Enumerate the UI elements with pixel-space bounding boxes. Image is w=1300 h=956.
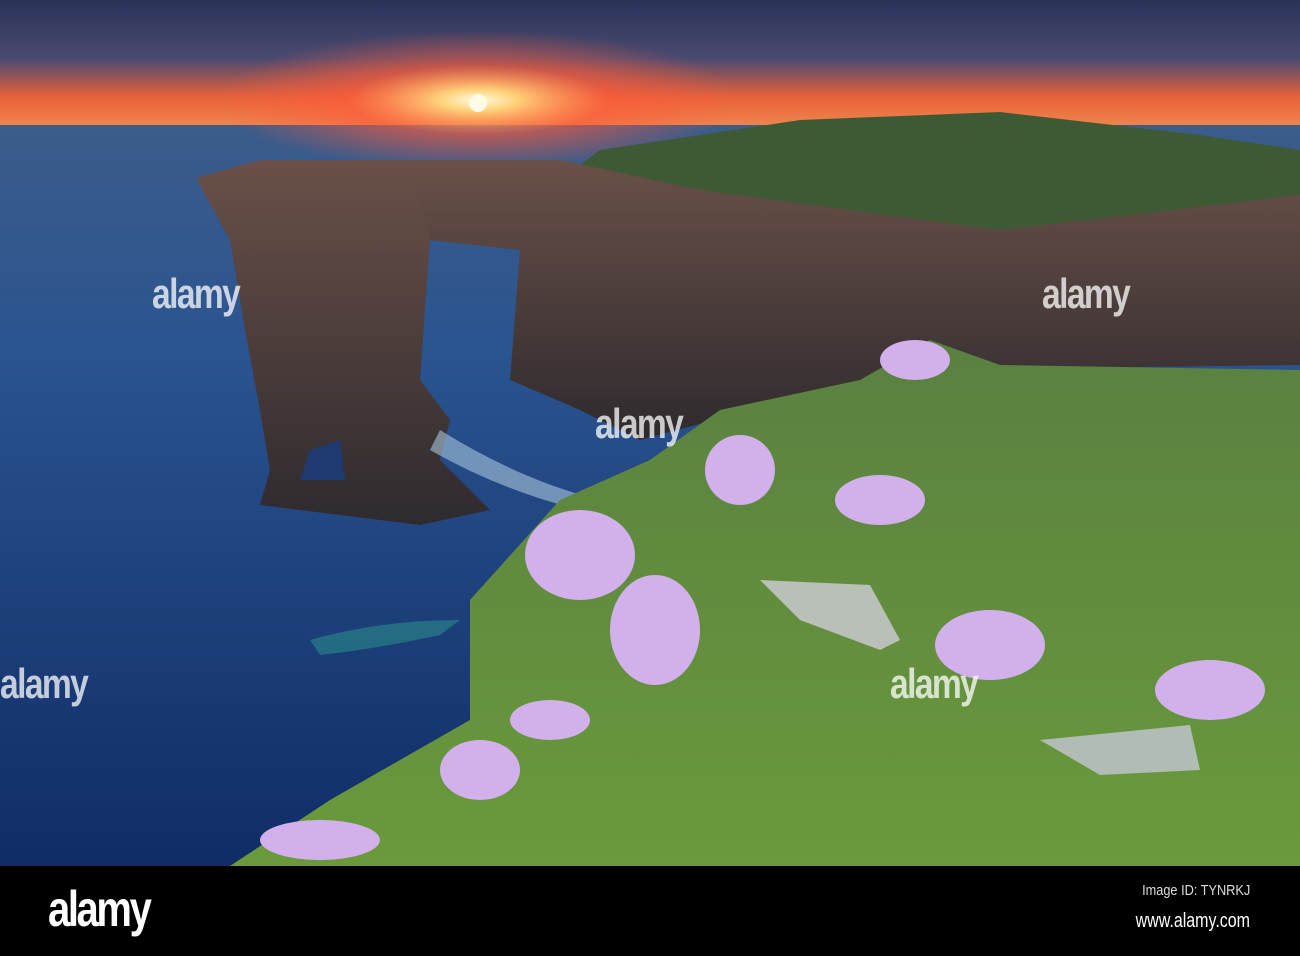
watermark: alamy [595,400,684,447]
watermark: alamy [890,660,979,707]
watermark: alamy [1042,270,1131,317]
watermark: alamy [152,270,241,317]
watermark: alamy [0,660,89,707]
alamy-logo: alamy [48,881,152,937]
footer-bar: alamy Image ID: TYNRKJ www.alamy.com [0,866,1300,956]
sun [469,94,487,112]
website-url: www.alamy.com [1135,910,1250,932]
image-id: Image ID: TYNRKJ [1141,882,1250,899]
